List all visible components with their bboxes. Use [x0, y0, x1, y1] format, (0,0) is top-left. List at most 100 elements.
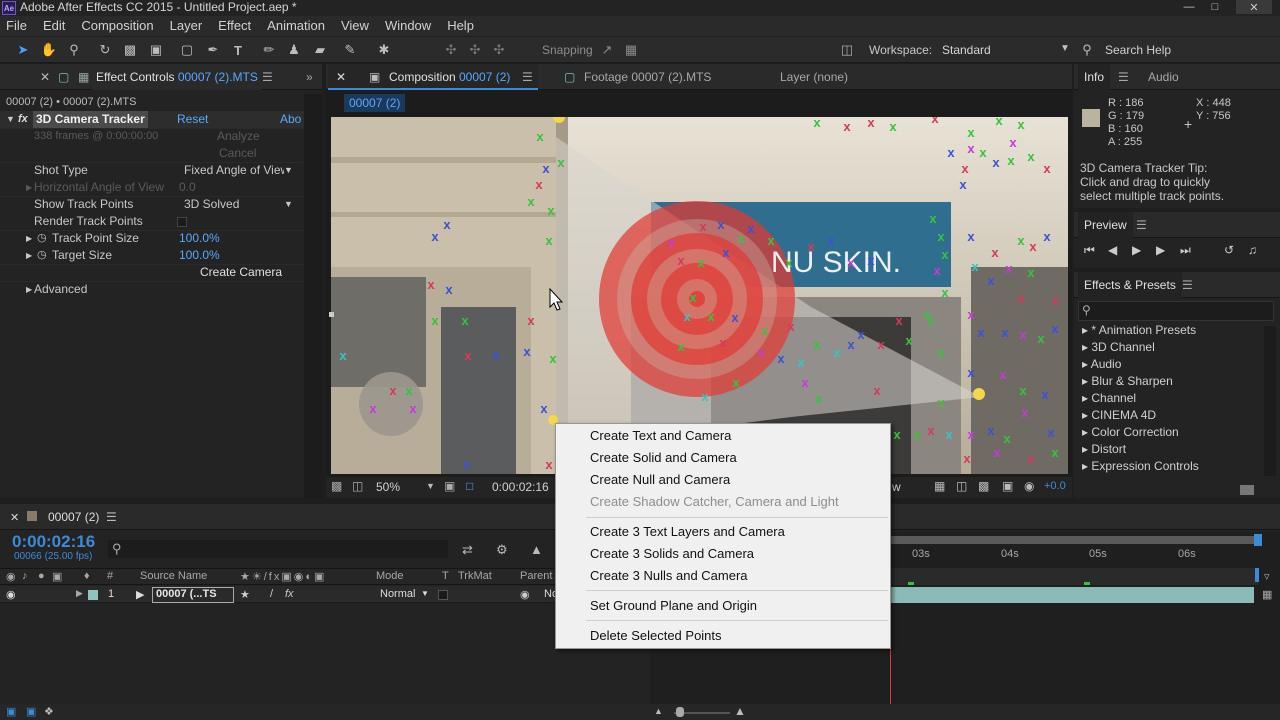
track-point-marker[interactable]: x [963, 451, 971, 466]
effect-name[interactable]: 3D Camera Tracker [33, 111, 148, 128]
track-point-marker[interactable]: x [941, 247, 949, 262]
panel-menu-icon[interactable]: ☰ [1136, 212, 1147, 238]
selection-tool-icon[interactable]: ➤ [14, 41, 32, 59]
track-point-marker[interactable]: x [527, 313, 535, 328]
chevron-down-icon[interactable]: ▼ [426, 481, 435, 491]
track-point-marker[interactable]: x [1001, 325, 1009, 340]
label-color[interactable] [88, 590, 98, 600]
minimize-icon[interactable]: — [1176, 0, 1202, 14]
current-time-display[interactable]: 0:00:02:16 [492, 480, 549, 494]
parent-header[interactable]: Parent [520, 570, 552, 582]
region-of-interest-icon[interactable]: □ [466, 479, 473, 493]
menu-item-delete-selected-points[interactable]: Delete Selected Points [590, 626, 722, 646]
timeline-timecode[interactable]: 0:00:02:16 [12, 532, 95, 552]
track-point-marker[interactable]: x [545, 233, 553, 248]
track-point-marker[interactable]: x [389, 383, 397, 398]
zoom-in-icon[interactable]: ▲ [734, 704, 746, 718]
clone-stamp-tool-icon[interactable]: ♟ [285, 41, 303, 59]
new-folder-icon[interactable] [1240, 485, 1254, 495]
work-area-end-handle[interactable] [1254, 534, 1262, 546]
snap-icon[interactable]: ↗ [598, 41, 616, 59]
target-size-value[interactable]: 100.0% [179, 247, 220, 264]
track-point-marker[interactable]: x [889, 119, 897, 134]
effects-item[interactable]: ▸ Color Correction [1082, 424, 1179, 441]
track-point-marker[interactable]: x [542, 161, 550, 176]
track-point-marker[interactable]: x [699, 219, 707, 234]
menu-item-set-ground-plane[interactable]: Set Ground Plane and Origin [590, 596, 757, 616]
tab-audio[interactable]: Audio [1148, 64, 1179, 90]
hand-tool-icon[interactable]: ✋ [40, 41, 58, 59]
track-point-marker[interactable]: x [967, 229, 975, 244]
track-point-marker[interactable]: x [405, 383, 413, 398]
pickwhip-icon[interactable]: ◉ [520, 588, 530, 601]
track-point-marker[interactable]: x [731, 310, 739, 325]
track-point-marker[interactable]: x [927, 423, 935, 438]
panel-menu-icon[interactable]: ☰ [522, 64, 533, 90]
menu-item-create-null-and-camera[interactable]: Create Null and Camera [590, 470, 730, 490]
disclosure-closed-icon[interactable]: ▶ [26, 247, 32, 264]
stopwatch-icon[interactable]: ◷ [37, 247, 47, 264]
track-point-marker[interactable]: x [732, 375, 740, 390]
viewer-anchor-handle[interactable] [329, 312, 334, 317]
disclosure-open-icon[interactable]: ▼ [6, 111, 15, 128]
track-point-marker[interactable]: x [877, 337, 885, 352]
tab-effects-presets[interactable]: Effects & Presets [1078, 272, 1182, 298]
track-point-marker[interactable]: x [523, 344, 531, 359]
track-point-marker[interactable]: x [409, 401, 417, 416]
track-point-marker[interactable]: x [797, 355, 805, 370]
search-help-input[interactable]: Search Help [1105, 43, 1171, 57]
track-point-marker[interactable]: x [787, 319, 795, 334]
first-frame-icon[interactable]: ⏮ [1084, 243, 1095, 258]
track-point-marker[interactable]: x [431, 229, 439, 244]
track-point-marker[interactable]: x [937, 395, 945, 410]
menu-composition[interactable]: Composition [73, 16, 161, 36]
axis-view-icon[interactable]: ✣ [490, 41, 508, 59]
tab-layer[interactable]: Layer (none) [780, 64, 848, 90]
fx-icon[interactable]: fx [18, 111, 28, 128]
track-point-marker[interactable]: x [979, 145, 987, 160]
track-point-marker[interactable]: x [737, 231, 745, 246]
show-track-points-dropdown[interactable]: 3D Solved [184, 196, 239, 213]
disclosure-closed-icon[interactable]: ▶ [76, 588, 83, 599]
close-tab-icon[interactable]: ✕ [336, 64, 346, 90]
menu-item-create-3-nulls[interactable]: Create 3 Nulls and Camera [590, 566, 748, 586]
rotate-tool-icon[interactable]: ↻ [96, 41, 114, 59]
track-point-marker[interactable]: x [843, 119, 851, 134]
track-point-marker[interactable]: x [697, 255, 705, 270]
track-point-marker[interactable]: x [1041, 387, 1049, 402]
track-point-marker[interactable]: x [461, 313, 469, 328]
workspace-dropdown[interactable]: Standard [942, 43, 991, 57]
menu-view[interactable]: View [333, 16, 377, 36]
track-point-marker[interactable]: x [1037, 331, 1045, 346]
chevron-down-icon[interactable]: ▼ [421, 589, 429, 598]
quality-switch-icon[interactable]: / [270, 588, 273, 600]
track-point-marker[interactable]: x [937, 345, 945, 360]
trkmat-header[interactable]: TrkMat [458, 570, 492, 582]
track-point-marker[interactable]: x [815, 391, 823, 406]
track-point-marker[interactable]: x [1005, 261, 1013, 276]
horizontal-angle-value[interactable]: 0.0 [179, 179, 196, 196]
reset-button[interactable]: Reset [177, 111, 208, 128]
track-point-marker[interactable]: x [1047, 425, 1055, 440]
chevron-down-icon[interactable]: ▼ [284, 162, 293, 179]
track-point-marker[interactable]: x [535, 177, 543, 192]
monitor-icon[interactable]: ◫ [352, 479, 363, 493]
track-point-size-value[interactable]: 100.0% [179, 230, 220, 247]
track-point-marker[interactable]: x [1017, 291, 1025, 306]
panel-menu-icon[interactable]: ☰ [1118, 64, 1129, 90]
close-tab-icon[interactable]: ✕ [10, 511, 19, 524]
comp-mini-flowchart-icon[interactable]: ⇄ [462, 542, 473, 558]
track-point-marker[interactable]: x [777, 351, 785, 366]
create-camera-button[interactable]: Create Camera [200, 264, 282, 281]
track-point-marker[interactable]: x [937, 229, 945, 244]
menu-animation[interactable]: Animation [259, 16, 333, 36]
track-point-marker[interactable]: x [813, 337, 821, 352]
track-point-marker[interactable]: x [667, 235, 675, 250]
brush-tool-icon[interactable]: ✏ [260, 41, 278, 59]
track-point-marker[interactable]: x [895, 313, 903, 328]
rectangle-tool-icon[interactable]: ▢ [178, 41, 196, 59]
track-point-marker[interactable]: x [540, 401, 548, 416]
flowchart-icon[interactable]: ▦ [934, 479, 945, 493]
track-point-marker[interactable]: x [443, 217, 451, 232]
track-point-marker[interactable]: x [1043, 161, 1051, 176]
